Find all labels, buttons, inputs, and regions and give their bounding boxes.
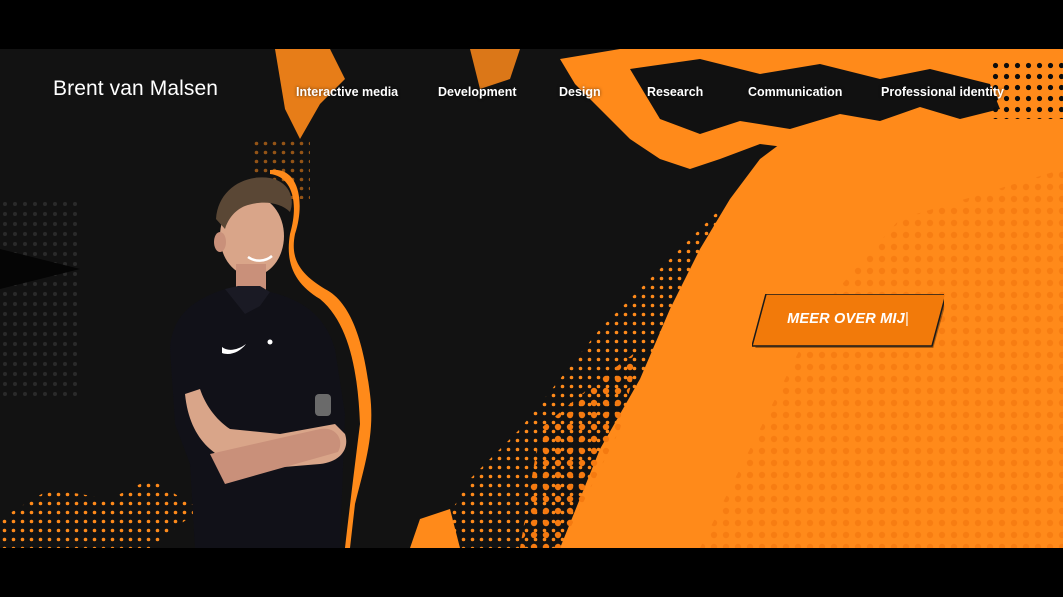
nav-item-research[interactable]: Research [647,85,703,99]
hero-section: Brent van Malsen Interactive media Devel… [0,49,1063,548]
about-me-button[interactable]: MEER OVER MIJ| [752,294,944,348]
letterbox-top [0,0,1063,49]
nav-item-interactive-media[interactable]: Interactive media [296,85,398,99]
letterbox-bottom [0,548,1063,597]
text-cursor: | [904,311,909,327]
nav-item-development[interactable]: Development [438,85,517,99]
nav-item-professional-identity[interactable]: Professional identity [881,85,1004,99]
nav-item-communication[interactable]: Communication [748,85,842,99]
about-me-button-label: MEER OVER MIJ| [787,311,909,327]
profile-photo [170,169,372,548]
main-nav: Interactive media Development Design Res… [0,85,1063,105]
nav-item-design[interactable]: Design [559,85,601,99]
